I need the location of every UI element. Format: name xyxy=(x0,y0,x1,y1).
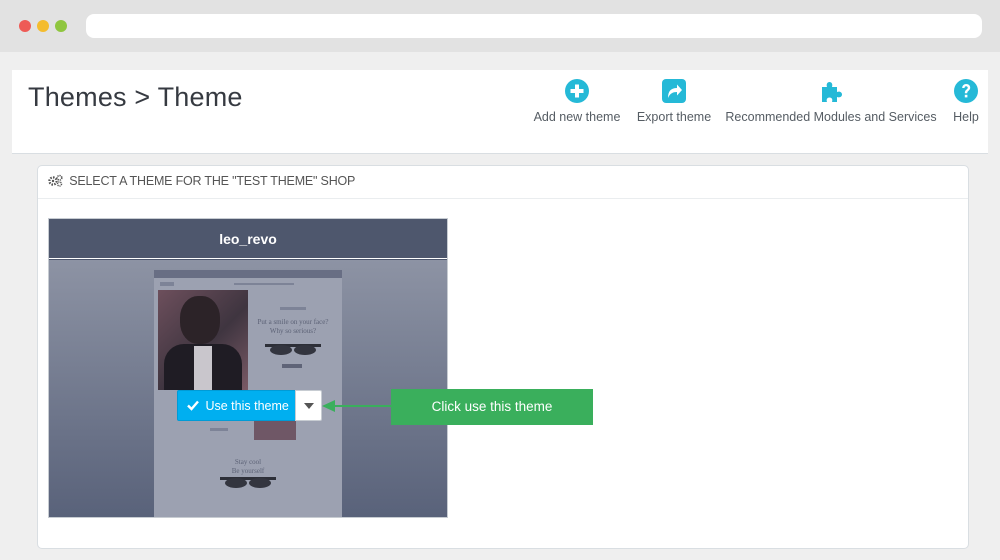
recommended-modules-label: Recommended Modules and Services xyxy=(725,110,937,124)
maximize-window-button[interactable] xyxy=(55,20,67,32)
theme-options-dropdown-button[interactable] xyxy=(295,390,322,421)
thumbnail-shop-button xyxy=(282,364,302,368)
close-window-button[interactable] xyxy=(19,20,31,32)
theme-card: leo_revo Put a smile on your face? Why s… xyxy=(48,218,448,518)
share-icon xyxy=(662,79,686,103)
plus-circle-icon xyxy=(565,79,589,103)
thumbnail-text-3: Stay cool xyxy=(234,458,262,466)
page-header: Themes > Theme Add new theme Export them… xyxy=(12,70,988,154)
thumbnail-small-button xyxy=(210,428,228,431)
thumbnail-shirt xyxy=(194,346,212,390)
thumbnail-model-photo xyxy=(158,290,248,390)
annotation-callout: Click use this theme xyxy=(391,389,593,425)
thumbnail-sunglasses-image xyxy=(265,344,321,355)
help-button[interactable]: Help xyxy=(947,78,985,124)
thumbnail-text-2: Why so serious? xyxy=(269,327,317,335)
export-theme-button[interactable]: Export theme xyxy=(634,78,714,124)
thumbnail-topbar xyxy=(154,270,342,278)
add-new-theme-label: Add new theme xyxy=(533,110,621,124)
thumbnail-face xyxy=(180,296,220,344)
annotation-arrow xyxy=(322,400,392,412)
theme-name: leo_revo xyxy=(49,219,447,259)
theme-selection-panel: SELECT A THEME FOR THE "TEST THEME" SHOP… xyxy=(37,165,969,549)
address-bar[interactable] xyxy=(86,14,982,38)
cogs-icon xyxy=(48,174,63,187)
theme-preview: Put a smile on your face? Why so serious… xyxy=(49,260,447,517)
thumbnail-sunglasses-image-2 xyxy=(220,477,276,488)
thumbnail-menu xyxy=(234,283,294,285)
thumbnail-text-1: Put a smile on your face? xyxy=(257,318,329,326)
export-theme-label: Export theme xyxy=(636,110,712,124)
minimize-window-button[interactable] xyxy=(37,20,49,32)
add-new-theme-button[interactable]: Add new theme xyxy=(532,78,622,124)
use-this-theme-button[interactable]: Use this theme xyxy=(177,390,296,421)
use-this-theme-label: Use this theme xyxy=(205,399,289,413)
browser-chrome xyxy=(0,0,1000,52)
thumbnail-text-4: Be yourself xyxy=(231,467,265,475)
recommended-modules-button[interactable]: Recommended Modules and Services xyxy=(725,78,937,124)
page-title: Themes > Theme xyxy=(28,82,243,112)
check-icon xyxy=(187,400,199,411)
puzzle-icon xyxy=(822,82,842,102)
help-label: Help xyxy=(953,110,979,124)
thumbnail-logo xyxy=(160,282,174,286)
thumbnail-tag xyxy=(280,307,306,310)
question-circle-icon xyxy=(954,79,978,103)
panel-heading: SELECT A THEME FOR THE "TEST THEME" SHOP xyxy=(38,166,968,199)
panel-heading-text: SELECT A THEME FOR THE "TEST THEME" SHOP xyxy=(69,174,356,188)
caret-down-icon xyxy=(304,403,314,409)
